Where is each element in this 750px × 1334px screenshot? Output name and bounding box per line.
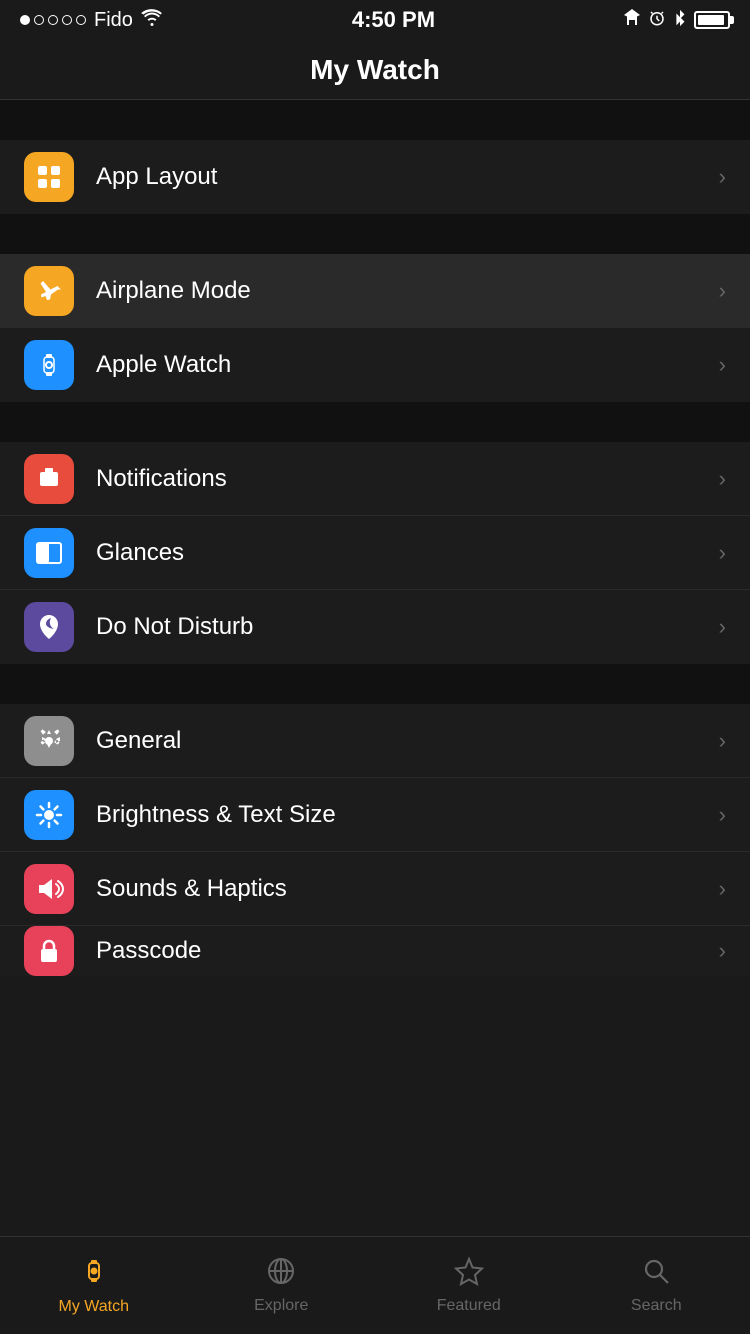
dot-1 <box>20 15 30 25</box>
notifications-icon <box>24 454 74 504</box>
passcode-icon <box>24 926 74 976</box>
page-content: App Layout › Airplane Mode › <box>0 100 750 1076</box>
dot-5 <box>76 15 86 25</box>
section-gap-3 <box>0 402 750 442</box>
list-item-general[interactable]: General › <box>0 704 750 778</box>
section-gap-1 <box>0 100 750 140</box>
wifi-icon <box>141 9 163 32</box>
sounds-chevron: › <box>719 876 726 902</box>
glances-icon <box>24 528 74 578</box>
tab-label-search: Search <box>631 1297 682 1315</box>
sounds-icon <box>24 864 74 914</box>
general-label: General <box>96 727 719 755</box>
tab-item-search[interactable]: Search <box>563 1237 750 1334</box>
app-layout-chevron: › <box>719 164 726 190</box>
do-not-disturb-icon <box>24 602 74 652</box>
list-item-airplane-mode[interactable]: Airplane Mode › <box>0 254 750 328</box>
brightness-icon <box>24 790 74 840</box>
section-gap-4 <box>0 664 750 704</box>
list-item-apple-watch[interactable]: Apple Watch › <box>0 328 750 402</box>
list-item-app-layout[interactable]: App Layout › <box>0 140 750 214</box>
list-item-do-not-disturb[interactable]: Do Not Disturb › <box>0 590 750 664</box>
passcode-chevron: › <box>719 938 726 964</box>
brightness-label: Brightness & Text Size <box>96 801 719 829</box>
tab-label-explore: Explore <box>254 1297 308 1315</box>
sounds-label: Sounds & Haptics <box>96 875 719 903</box>
list-item-glances[interactable]: Glances › <box>0 516 750 590</box>
carrier-label: Fido <box>94 9 133 32</box>
notifications-chevron: › <box>719 466 726 492</box>
general-chevron: › <box>719 728 726 754</box>
my-watch-tab-icon <box>78 1255 110 1294</box>
status-bar: Fido 4:50 PM <box>0 0 750 40</box>
airplane-mode-chevron: › <box>719 278 726 304</box>
tab-item-featured[interactable]: Featured <box>375 1237 563 1334</box>
tab-item-my-watch[interactable]: My Watch <box>0 1237 188 1334</box>
glances-chevron: › <box>719 540 726 566</box>
section-notifications: Notifications › Glances › Do Not Disturb… <box>0 442 750 664</box>
section-settings: General › Brightness & Text Size › <box>0 704 750 976</box>
featured-tab-icon <box>454 1256 484 1293</box>
alarm-icon <box>648 9 666 32</box>
section-connectivity: Airplane Mode › Apple Watch › <box>0 254 750 402</box>
apple-watch-chevron: › <box>719 352 726 378</box>
section-gap-2 <box>0 214 750 254</box>
section-app-layout: App Layout › <box>0 140 750 214</box>
page-title-bar: My Watch <box>0 40 750 100</box>
status-right <box>624 9 730 32</box>
notifications-label: Notifications <box>96 465 719 493</box>
app-layout-icon <box>24 152 74 202</box>
battery-icon <box>694 11 730 29</box>
list-item-notifications[interactable]: Notifications › <box>0 442 750 516</box>
dot-2 <box>34 15 44 25</box>
explore-tab-icon <box>266 1256 296 1293</box>
brightness-chevron: › <box>719 802 726 828</box>
page-title: My Watch <box>310 54 440 86</box>
airplane-mode-icon <box>24 266 74 316</box>
status-time: 4:50 PM <box>352 7 435 33</box>
tab-item-explore[interactable]: Explore <box>188 1237 376 1334</box>
status-left: Fido <box>20 9 163 32</box>
do-not-disturb-chevron: › <box>719 614 726 640</box>
list-item-sounds[interactable]: Sounds & Haptics › <box>0 852 750 926</box>
tab-label-my-watch: My Watch <box>58 1298 129 1316</box>
app-layout-label: App Layout <box>96 163 719 191</box>
signal-strength <box>20 15 86 25</box>
location-icon <box>624 9 640 32</box>
tab-label-featured: Featured <box>437 1297 501 1315</box>
passcode-label: Passcode <box>96 937 719 965</box>
dot-4 <box>62 15 72 25</box>
glances-label: Glances <box>96 539 719 567</box>
bluetooth-icon <box>674 9 686 32</box>
tab-bar: My Watch Explore Featured Search <box>0 1236 750 1334</box>
dot-3 <box>48 15 58 25</box>
apple-watch-label: Apple Watch <box>96 351 719 379</box>
general-icon <box>24 716 74 766</box>
list-item-brightness[interactable]: Brightness & Text Size › <box>0 778 750 852</box>
search-tab-icon <box>641 1256 671 1293</box>
list-item-passcode[interactable]: Passcode › <box>0 926 750 976</box>
airplane-mode-label: Airplane Mode <box>96 277 719 305</box>
apple-watch-icon <box>24 340 74 390</box>
do-not-disturb-label: Do Not Disturb <box>96 613 719 641</box>
